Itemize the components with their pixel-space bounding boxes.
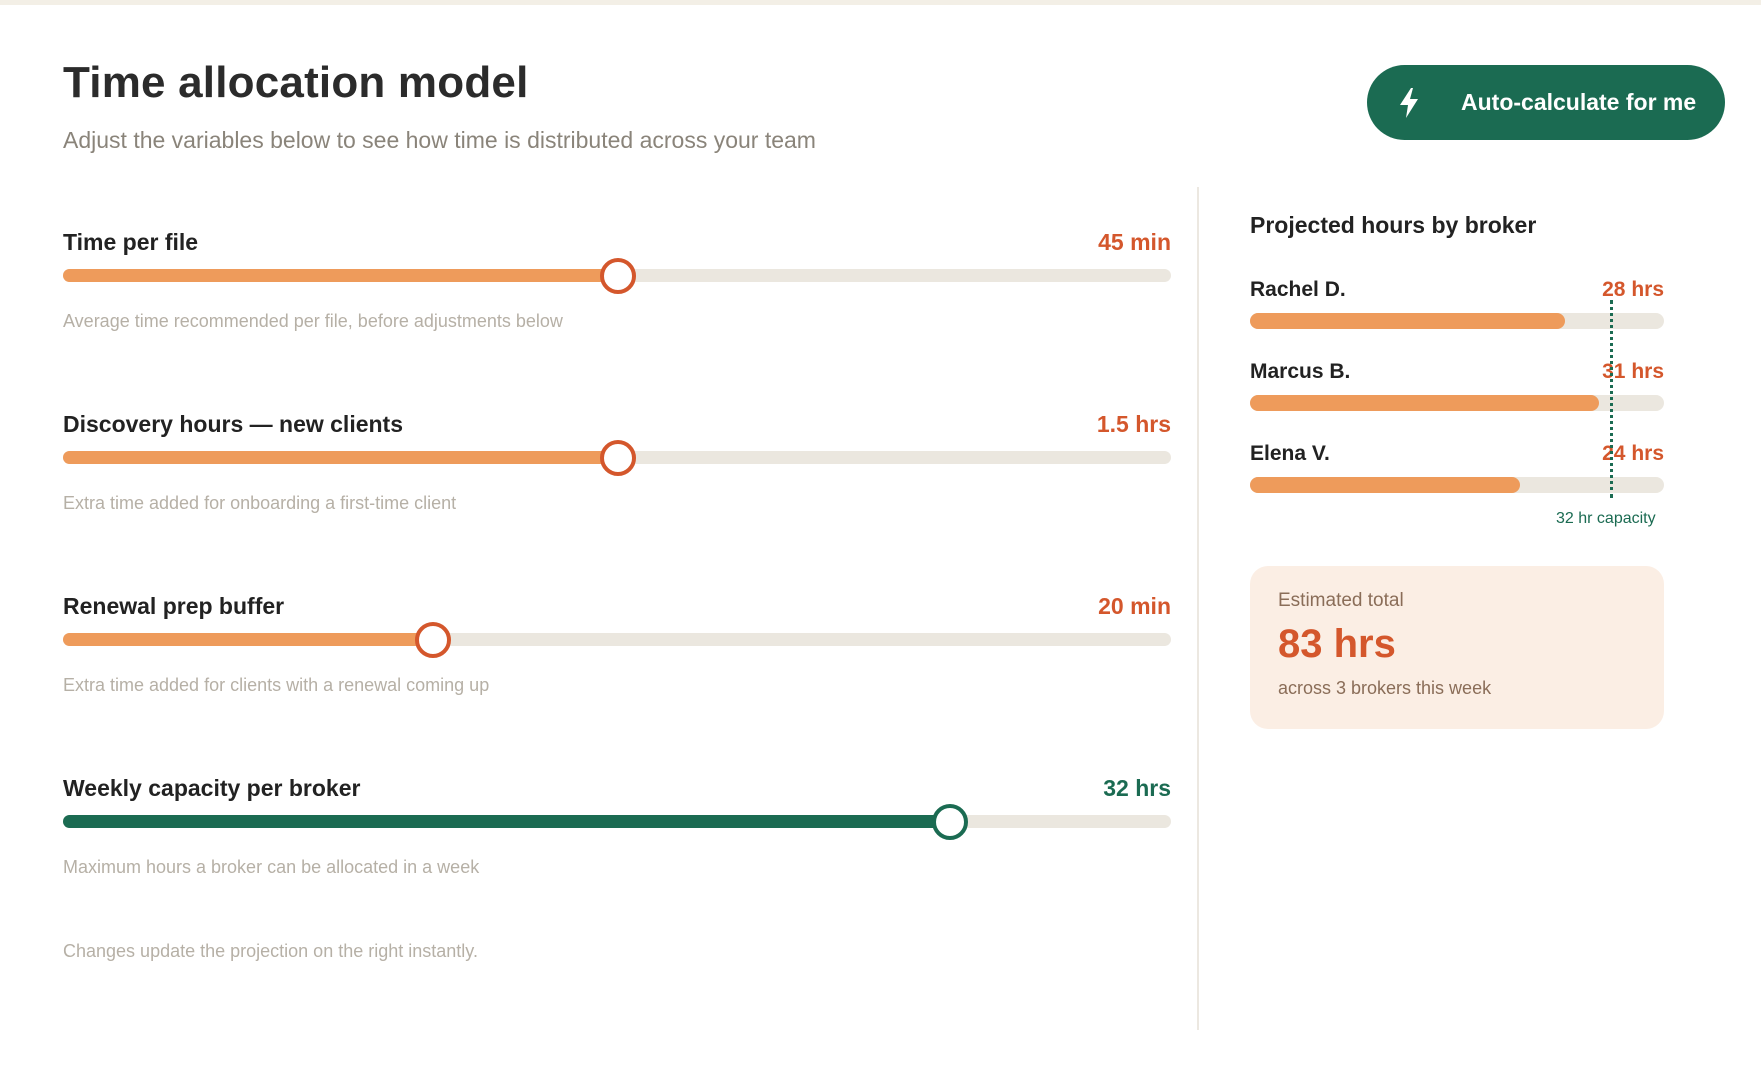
- slider-track[interactable]: [63, 258, 1171, 294]
- broker-bar-track: [1250, 313, 1664, 329]
- slider-fill: [63, 633, 432, 646]
- slider-thumb[interactable]: [932, 804, 968, 840]
- auto-calculate-label: Auto-calculate for me: [1461, 89, 1697, 115]
- broker-bar-track: [1250, 477, 1664, 493]
- slider-value: 45 min: [1098, 229, 1171, 255]
- total-value: 83 hrs: [1278, 622, 1396, 666]
- footnote: Changes update the projection on the rig…: [63, 941, 478, 961]
- broker-name: Elena V.: [1250, 442, 1330, 465]
- capacity-line: [1610, 300, 1613, 498]
- page: Time allocation model Adjust the variabl…: [0, 0, 1761, 1085]
- slider-fill: [63, 269, 617, 282]
- slider-thumb[interactable]: [600, 440, 636, 476]
- broker-bar-fill: [1250, 395, 1599, 411]
- broker-bar-fill: [1250, 313, 1565, 329]
- total-label: Estimated total: [1278, 590, 1404, 611]
- slider-help-text: Extra time added for clients with a rene…: [63, 675, 490, 695]
- slider-track[interactable]: [63, 440, 1171, 476]
- slider-label: Discovery hours — new clients: [63, 411, 404, 437]
- top-border: [0, 0, 1761, 5]
- slider-track[interactable]: [63, 622, 1171, 658]
- slider-fill: [63, 451, 617, 464]
- slider-label: Renewal prep buffer: [63, 593, 285, 619]
- slider-label: Weekly capacity per broker: [63, 775, 361, 801]
- slider-fill: [63, 815, 949, 828]
- slider-thumb[interactable]: [600, 258, 636, 294]
- total-subtext: across 3 brokers this week: [1278, 678, 1492, 698]
- estimated-total-card: Estimated total 83 hrs across 3 brokers …: [1250, 566, 1664, 729]
- page-subtitle: Adjust the variables below to see how ti…: [63, 127, 816, 153]
- slider-value: 32 hrs: [1103, 775, 1171, 801]
- lightning-bolt-icon: [1400, 88, 1418, 118]
- slider-help-text: Maximum hours a broker can be allocated …: [63, 857, 480, 877]
- broker-bar-fill: [1250, 477, 1520, 493]
- slider-value: 1.5 hrs: [1096, 411, 1171, 437]
- slider-help-text: Extra time added for onboarding a first-…: [63, 493, 457, 513]
- broker-hours: 28 hrs: [1602, 278, 1664, 301]
- broker-name: Rachel D.: [1250, 278, 1346, 301]
- auto-calculate-button[interactable]: Auto-calculate for me: [1367, 65, 1725, 140]
- broker-bar-track: [1250, 395, 1664, 411]
- slider-value: 20 min: [1098, 593, 1171, 619]
- slider-help-text: Average time recommended per file, befor…: [63, 311, 563, 331]
- slider-track[interactable]: [63, 804, 1171, 840]
- slider-thumb[interactable]: [415, 622, 451, 658]
- capacity-label: 32 hr capacity: [1556, 510, 1656, 527]
- page-title: Time allocation model: [63, 58, 529, 107]
- projection-title: Projected hours by broker: [1250, 212, 1537, 238]
- broker-name: Marcus B.: [1250, 360, 1351, 383]
- column-divider: [1197, 187, 1199, 1030]
- slider-label: Time per file: [63, 229, 199, 255]
